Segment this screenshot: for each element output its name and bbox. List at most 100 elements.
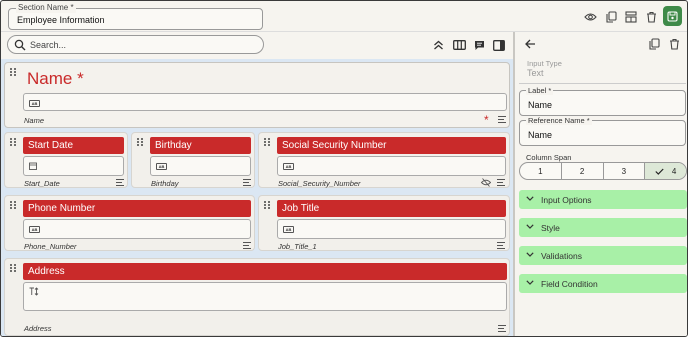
field-card-job-title[interactable]: Job Title AB Job_Title_1	[258, 195, 510, 251]
address-input[interactable]	[23, 282, 507, 311]
reference-name-field[interactable]: Reference Name * Name	[519, 116, 686, 146]
field-card-phone[interactable]: Phone Number AB Phone_Number	[4, 195, 255, 251]
label-field-label: Label *	[526, 86, 554, 95]
birthday-reference: Birthday	[151, 179, 179, 188]
search-bar[interactable]: Search...	[7, 35, 264, 54]
check-icon	[655, 168, 664, 175]
text-input-icon: AB	[283, 226, 294, 233]
delete-field-icon[interactable]	[669, 38, 680, 50]
column-span-label: Column Span	[526, 153, 572, 162]
column-span-option-3[interactable]: 3	[604, 163, 646, 179]
options-menu-icon[interactable]	[498, 325, 506, 332]
job-title-label: Job Title	[277, 200, 506, 217]
reference-name-value[interactable]: Name	[528, 130, 552, 140]
label-field[interactable]: Label * Name	[519, 86, 686, 116]
column-span-option-4[interactable]: 4	[645, 163, 686, 179]
input-type-underline	[519, 83, 686, 84]
field-card-ssn[interactable]: Social Security Number AB Social_Securit…	[258, 132, 510, 188]
options-menu-icon[interactable]	[116, 179, 124, 186]
drag-handle-icon[interactable]	[137, 138, 143, 146]
chevron-down-icon	[526, 196, 534, 201]
accordion-input-options[interactable]: Input Options	[519, 190, 687, 209]
trash-icon[interactable]	[644, 10, 658, 24]
hidden-eye-icon[interactable]	[481, 178, 491, 187]
text-input-icon: AB	[29, 100, 40, 107]
accordion-validations[interactable]: Validations	[519, 246, 687, 265]
accordion-validations-label: Validations	[541, 251, 582, 261]
column-span-option-1[interactable]: 1	[520, 163, 562, 179]
field-card-address[interactable]: Address Address	[4, 258, 510, 336]
text-input-icon: AB	[156, 163, 167, 170]
panel-right-icon[interactable]	[492, 39, 505, 51]
layout-icon[interactable]	[624, 10, 638, 24]
calendar-icon	[29, 162, 37, 170]
job-title-reference: Job_Title_1	[278, 242, 317, 251]
app-window: Section Name * Employee Information Sear…	[0, 0, 688, 337]
copy-icon[interactable]	[604, 10, 618, 24]
save-icon	[667, 10, 678, 22]
columns-icon[interactable]	[452, 39, 466, 51]
field-card-birthday[interactable]: Birthday AB Birthday	[131, 132, 255, 188]
accordion-field-condition[interactable]: Field Condition	[519, 274, 687, 293]
section-name-field[interactable]: Section Name * Employee Information	[8, 3, 263, 30]
accordion-style-label: Style	[541, 223, 560, 233]
start-date-reference: Start_Date	[24, 179, 60, 188]
column-span-option-2[interactable]: 2	[562, 163, 604, 179]
chevron-down-icon	[526, 224, 534, 229]
phone-label: Phone Number	[23, 200, 251, 217]
search-placeholder[interactable]: Search...	[30, 40, 66, 50]
column-span-option-4-label: 4	[671, 166, 677, 176]
birthday-input[interactable]: AB	[150, 156, 251, 176]
accordion-input-options-label: Input Options	[541, 195, 592, 205]
text-input-icon: AB	[29, 226, 40, 233]
drag-handle-icon[interactable]	[10, 264, 16, 272]
job-title-input[interactable]: AB	[277, 219, 506, 239]
options-menu-icon[interactable]	[243, 179, 251, 186]
text-input-icon: AB	[283, 163, 294, 170]
drag-handle-icon[interactable]	[10, 68, 16, 76]
phone-input[interactable]: AB	[23, 219, 251, 239]
form-canvas: Name * AB Name * Start Date Start_Date B…	[1, 59, 513, 336]
search-icon	[14, 39, 26, 51]
start-date-label: Start Date	[23, 137, 124, 154]
input-type-label: Input Type	[527, 59, 562, 68]
address-label: Address	[23, 263, 507, 280]
copy-field-icon[interactable]	[649, 38, 660, 50]
collapse-up-icon[interactable]	[432, 39, 445, 51]
back-arrow-icon[interactable]	[525, 39, 536, 49]
properties-panel: Input Type Text Label * Name Reference N…	[515, 32, 687, 336]
ssn-reference: Social_Security_Number	[278, 179, 361, 188]
text-area-icon	[29, 287, 40, 296]
options-menu-icon[interactable]	[243, 242, 251, 249]
options-menu-icon[interactable]	[497, 179, 505, 186]
birthday-label: Birthday	[150, 137, 251, 154]
section-name-label: Section Name *	[16, 3, 76, 13]
reference-name-label: Reference Name *	[526, 116, 592, 125]
comment-icon[interactable]	[473, 39, 486, 51]
drag-handle-icon[interactable]	[10, 138, 16, 146]
field-card-start-date[interactable]: Start Date Start_Date	[4, 132, 128, 188]
accordion-style[interactable]: Style	[519, 218, 687, 237]
field-card-name[interactable]: Name * AB Name *	[4, 62, 510, 128]
drag-handle-icon[interactable]	[10, 201, 16, 209]
address-reference: Address	[24, 324, 52, 333]
drag-handle-icon[interactable]	[264, 138, 270, 146]
chevron-down-icon	[526, 252, 534, 257]
drag-handle-icon[interactable]	[264, 201, 270, 209]
start-date-input[interactable]	[23, 156, 124, 176]
ssn-label: Social Security Number	[277, 137, 506, 154]
chevron-down-icon	[526, 280, 534, 285]
label-field-value[interactable]: Name	[528, 100, 552, 110]
accordion-field-condition-label: Field Condition	[541, 279, 598, 289]
column-span-selector[interactable]: 1 2 3 4	[519, 162, 687, 180]
save-button[interactable]	[663, 6, 682, 26]
name-title: Name *	[27, 69, 84, 88]
options-menu-icon[interactable]	[498, 116, 506, 123]
phone-reference: Phone_Number	[24, 242, 77, 251]
input-type-value: Text	[527, 68, 544, 78]
options-menu-icon[interactable]	[497, 242, 505, 249]
ssn-input[interactable]: AB	[277, 156, 506, 176]
name-input[interactable]: AB	[23, 93, 507, 111]
section-name-value[interactable]: Employee Information	[17, 15, 105, 25]
eye-icon[interactable]	[583, 10, 597, 24]
